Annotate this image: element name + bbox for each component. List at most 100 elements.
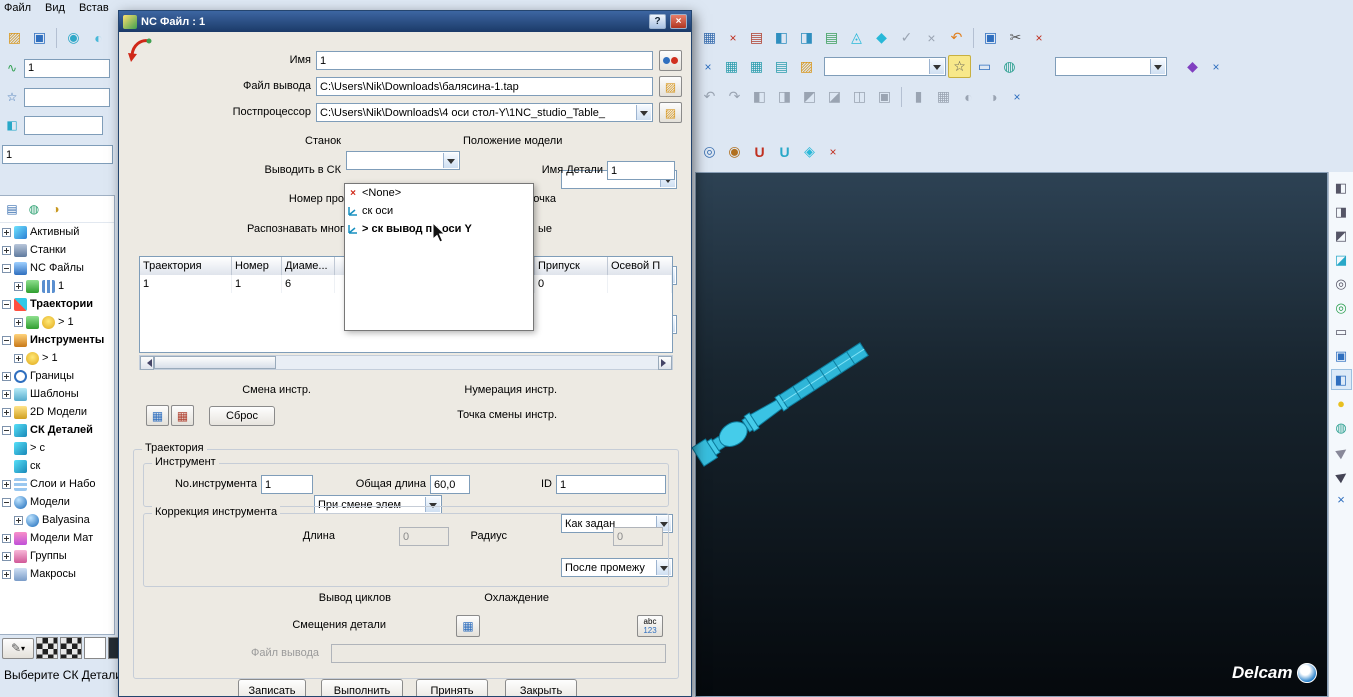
white-swatch-icon[interactable] [84, 637, 106, 659]
accept-button[interactable]: Принять [416, 679, 488, 696]
tree-item-models[interactable]: Модели [0, 493, 114, 511]
tool-list-button[interactable]: ▦ [171, 405, 194, 426]
scroll-right-icon[interactable] [658, 355, 672, 370]
col-number[interactable]: Номер [232, 257, 282, 275]
probe-icon[interactable]: ◉ [723, 140, 746, 163]
save-project-icon[interactable]: ▣ [28, 26, 51, 49]
view-iso4-icon[interactable]: ◪ [823, 85, 846, 108]
parameters-button[interactable] [659, 50, 682, 71]
tree-item-stockmodels[interactable]: Модели Мат [0, 529, 114, 547]
tree-item-toolpath-1[interactable]: > 1 [0, 313, 114, 331]
stock-icon[interactable]: ◐ [87, 26, 110, 49]
tree-item-tool-1[interactable]: > 1 [0, 349, 114, 367]
collapse-icon[interactable] [2, 299, 11, 309]
cancel-disabled-icon[interactable]: × [920, 26, 943, 49]
grid-table2-icon[interactable]: ▦ [745, 55, 768, 78]
tree-item-ncfile-1[interactable]: 1 [0, 277, 114, 295]
gem-icon[interactable]: ◈ [798, 140, 821, 163]
strategy-combo[interactable] [1055, 57, 1167, 76]
active-item-field[interactable]: 1 [2, 145, 113, 164]
tree-item-templates[interactable]: Шаблоны [0, 385, 114, 403]
menu-view[interactable]: Вид [45, 2, 65, 14]
zoom-window-icon[interactable]: ▭ [1331, 321, 1352, 342]
tree-item-boundaries[interactable]: Границы [0, 367, 114, 385]
tree-item-ncfiles[interactable]: NC Файлы [0, 259, 114, 277]
shade-half1-icon[interactable]: ◐ [957, 85, 980, 108]
macro-tool-icon[interactable]: ◆ [1181, 55, 1204, 78]
close-dialog-button[interactable]: Закрыть [505, 679, 577, 696]
orient-next-icon[interactable]: ↷ [723, 85, 746, 108]
zoom-search-icon[interactable]: ◎ [698, 140, 721, 163]
split-view-icon[interactable]: ▮ [907, 85, 930, 108]
expand-icon[interactable] [2, 407, 11, 417]
scissors-icon[interactable]: ✂ [1004, 26, 1027, 49]
collapse-icon[interactable] [2, 497, 11, 507]
tree-item-macros[interactable]: Макросы [0, 565, 114, 583]
globe-icon[interactable]: ◍ [998, 55, 1021, 78]
shade-half2-icon[interactable]: ◑ [982, 85, 1005, 108]
machine-combo[interactable] [346, 151, 460, 170]
view-front-icon[interactable]: ◫ [848, 85, 871, 108]
shading-checker2-icon[interactable] [60, 637, 82, 659]
baluster-model[interactable] [688, 322, 898, 492]
col-diameter[interactable]: Диаме... [282, 257, 335, 275]
close-toolbar-icon[interactable]: × [1029, 28, 1049, 48]
menu-insert[interactable]: Встав [79, 2, 109, 14]
expand-icon[interactable] [2, 551, 11, 561]
expand-icon[interactable] [2, 479, 11, 489]
cs-dropdown-list[interactable]: × <None> ск оси > ск вывод по оси Y [344, 183, 534, 331]
view-top-icon[interactable]: ◨ [1331, 201, 1352, 222]
tree-item-toolpaths[interactable]: Траектории [0, 295, 114, 313]
tree-item-workplane-2[interactable]: ск [0, 457, 114, 475]
output-file-input[interactable]: C:\Users\Nik\Downloads\балясина-1.tap [316, 77, 653, 96]
tree-item-groups[interactable]: Группы [0, 547, 114, 565]
help-button[interactable]: ? [649, 14, 666, 29]
tool-id-input[interactable]: 1 [556, 475, 666, 494]
grid-view-icon[interactable]: ▦ [932, 85, 955, 108]
collapse-icon[interactable] [2, 425, 11, 435]
browse-output-button[interactable]: ▨ [659, 76, 682, 97]
expand-icon[interactable] [2, 533, 11, 543]
close-view-icon[interactable]: × [698, 57, 718, 77]
cube-dropdown-icon[interactable]: ◧ [2, 115, 22, 135]
col-allowance[interactable]: Припуск [535, 257, 608, 275]
table-scrollbar[interactable] [139, 355, 673, 370]
close-button[interactable]: × [670, 14, 687, 29]
tree-item-levels[interactable]: Слои и Набо [0, 475, 114, 493]
globe-view-icon[interactable]: ◍ [1331, 417, 1352, 438]
grid-table-icon[interactable]: ▦ [720, 55, 743, 78]
view-iso1-icon[interactable]: ◧ [748, 85, 771, 108]
grid-table3-icon[interactable]: ▤ [770, 55, 793, 78]
collapse-icon[interactable] [2, 335, 11, 345]
view-iso-icon[interactable]: ◧ [1331, 177, 1352, 198]
chevron-down-icon[interactable] [1150, 59, 1165, 74]
tree-item-workplane-1[interactable]: > с [0, 439, 114, 457]
diamond-icon[interactable]: ◆ [870, 26, 893, 49]
tree-item-machines[interactable]: Станки [0, 241, 114, 259]
close-panel-icon[interactable]: × [1206, 57, 1226, 77]
execute-button[interactable]: Выполнить [321, 679, 403, 696]
col-axial[interactable]: Осевой П [608, 257, 672, 275]
browse-postprocessor-button[interactable]: ▨ [659, 102, 682, 123]
undo-icon[interactable]: ↶ [945, 26, 968, 49]
write-button[interactable]: Записать [238, 679, 306, 696]
tree-mode-icon[interactable]: ▤ [2, 199, 22, 219]
menu-file[interactable]: Файл [4, 2, 31, 14]
tool-no-input[interactable]: 1 [261, 475, 313, 494]
scroll-thumb[interactable] [154, 356, 276, 369]
tree-item-active[interactable]: Активный [0, 223, 114, 241]
shaded-view-icon[interactable]: ◧ [1330, 369, 1352, 390]
postprocessor-combo[interactable]: C:\Users\Nik\Downloads\4 оси стол-Y\1NC_… [316, 103, 653, 122]
draw-mode-combo[interactable]: ✎ ▾ [2, 637, 34, 659]
tree-item-2dmodels[interactable]: 2D Модели [0, 403, 114, 421]
part-name-input[interactable]: 1 [607, 161, 675, 180]
expand-icon[interactable] [2, 569, 11, 579]
block-icon[interactable]: ◉ [62, 26, 85, 49]
abc123-button[interactable]: abc 123 [637, 615, 663, 637]
cube-pair2-icon[interactable]: ◨ [795, 26, 818, 49]
total-length-input[interactable]: 60,0 [430, 475, 470, 494]
expand-icon[interactable] [14, 515, 23, 525]
shading-checker-icon[interactable] [36, 637, 58, 659]
name-input[interactable]: 1 [316, 51, 653, 70]
scroll-left-icon[interactable] [140, 355, 154, 370]
